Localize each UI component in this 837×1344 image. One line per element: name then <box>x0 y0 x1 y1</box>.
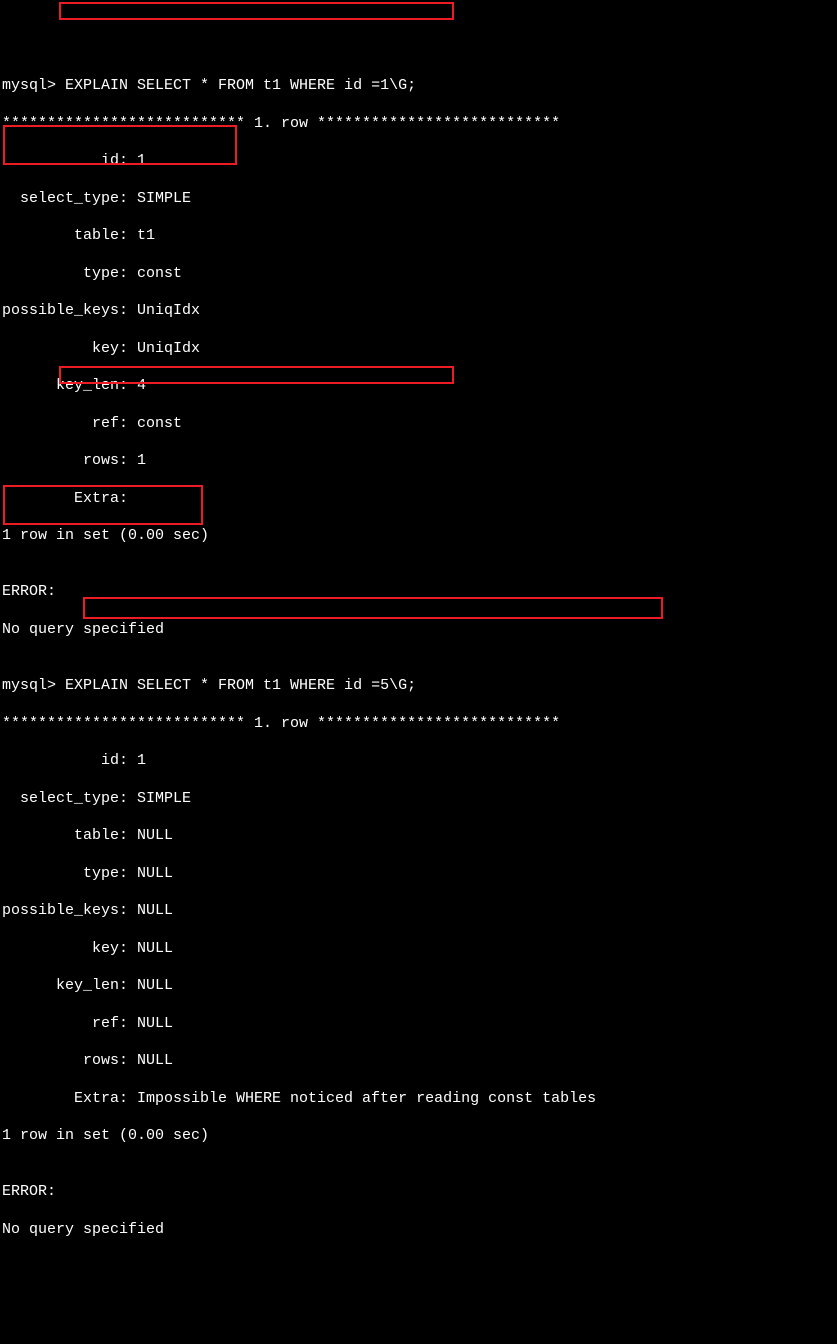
field-table: table: NULL <box>2 827 835 846</box>
error-label: ERROR: <box>2 583 835 602</box>
field-possible-keys: possible_keys: NULL <box>2 902 835 921</box>
prompt: mysql> <box>2 677 65 694</box>
terminal-line: mysql> EXPLAIN SELECT * FROM t1 WHERE id… <box>2 677 835 696</box>
field-key-len: key_len: 4 <box>2 377 835 396</box>
prompt: mysql> <box>2 77 65 94</box>
command-text: EXPLAIN SELECT * FROM t1 WHERE id =5\G; <box>65 677 416 694</box>
field-select-type: select_type: SIMPLE <box>2 190 835 209</box>
terminal-line: mysql> EXPLAIN SELECT * FROM t1 WHERE id… <box>2 77 835 96</box>
field-ref: ref: const <box>2 415 835 434</box>
field-rows: rows: 1 <box>2 452 835 471</box>
field-key-len: key_len: NULL <box>2 977 835 996</box>
field-type: type: NULL <box>2 865 835 884</box>
error-label: ERROR: <box>2 1183 835 1202</box>
row-header: *************************** 1. row *****… <box>2 115 835 134</box>
result-footer: 1 row in set (0.00 sec) <box>2 1127 835 1146</box>
error-text: No query specified <box>2 1221 835 1240</box>
field-id: id: 1 <box>2 152 835 171</box>
field-extra: Extra: Impossible WHERE noticed after re… <box>2 1090 835 1109</box>
field-select-type: select_type: SIMPLE <box>2 790 835 809</box>
command-text: EXPLAIN SELECT * FROM t1 WHERE id =1\G; <box>65 77 416 94</box>
result-footer: 1 row in set (0.00 sec) <box>2 527 835 546</box>
field-key: key: UniqIdx <box>2 340 835 359</box>
row-header: *************************** 1. row *****… <box>2 715 835 734</box>
field-id: id: 1 <box>2 752 835 771</box>
field-extra: Extra: <box>2 490 835 509</box>
highlight-box <box>59 2 454 20</box>
field-table: table: t1 <box>2 227 835 246</box>
field-rows: rows: NULL <box>2 1052 835 1071</box>
field-ref: ref: NULL <box>2 1015 835 1034</box>
field-key: key: NULL <box>2 940 835 959</box>
field-type: type: const <box>2 265 835 284</box>
error-text: No query specified <box>2 621 835 640</box>
field-possible-keys: possible_keys: UniqIdx <box>2 302 835 321</box>
